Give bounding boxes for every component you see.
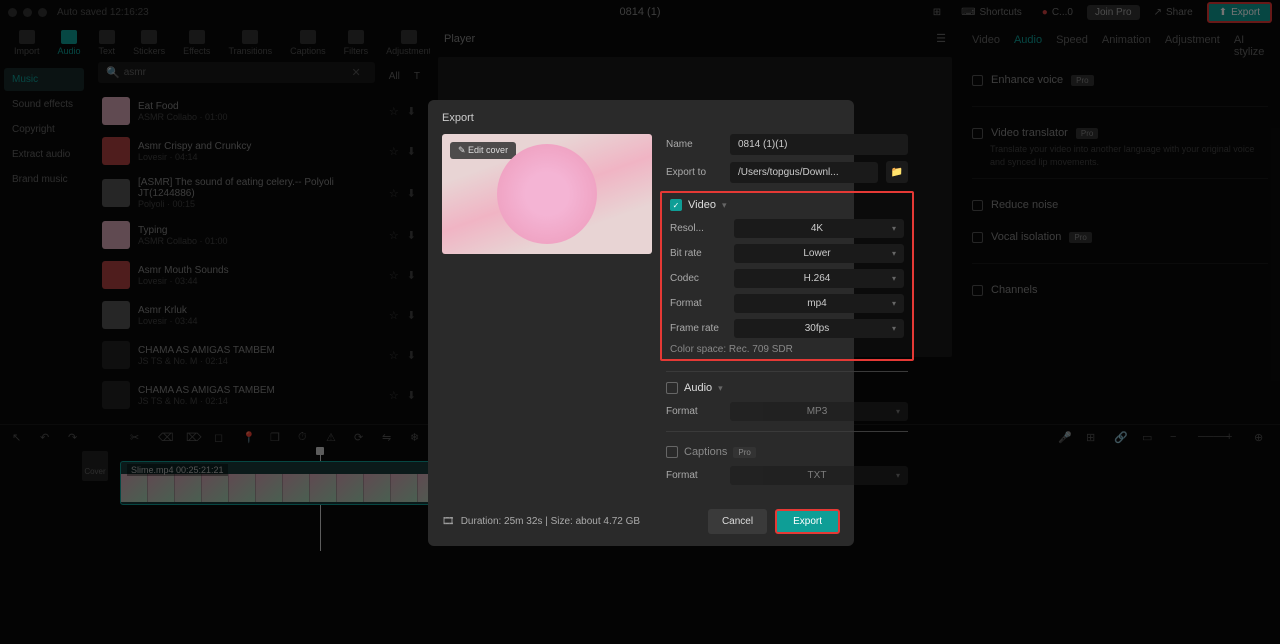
codec-label: Codec	[670, 273, 726, 284]
chevron-down-icon[interactable]: ▾	[718, 383, 723, 394]
format-dropdown[interactable]: mp4▾	[734, 294, 904, 313]
captions-format-label: Format	[666, 470, 722, 481]
audio-section-title: Audio	[684, 382, 712, 394]
audio-checkbox[interactable]	[666, 382, 678, 394]
color-space-info: Color space: Rec. 709 SDR	[670, 344, 904, 355]
audio-settings-section: Audio ▾ Format MP3▾ Captions Pro Format …	[666, 371, 908, 485]
framerate-label: Frame rate	[670, 323, 726, 334]
export-to-label: Export to	[666, 167, 722, 178]
export-to-input[interactable]	[730, 162, 878, 183]
export-confirm-button[interactable]: Export	[775, 509, 840, 534]
captions-label: Captions	[684, 446, 727, 458]
folder-icon[interactable]: 📁	[886, 161, 908, 183]
audio-format-label: Format	[666, 406, 722, 417]
cancel-button[interactable]: Cancel	[708, 509, 767, 534]
format-label: Format	[670, 298, 726, 309]
video-section-title: Video	[688, 199, 716, 211]
audio-format-dropdown[interactable]: MP3▾	[730, 402, 908, 421]
chevron-down-icon[interactable]: ▾	[722, 200, 727, 211]
video-checkbox[interactable]: ✓	[670, 199, 682, 211]
film-icon: 🎞	[442, 516, 455, 527]
export-dialog: Export ✎ Edit cover Name Export to 📁 ✓ V…	[428, 100, 854, 546]
pro-badge: Pro	[733, 447, 755, 458]
framerate-dropdown[interactable]: 30fps▾	[734, 319, 904, 338]
bitrate-dropdown[interactable]: Lower▾	[734, 244, 904, 263]
resolution-dropdown[interactable]: 4K▾	[734, 219, 904, 238]
edit-cover-button[interactable]: ✎ Edit cover	[450, 142, 516, 159]
resolution-label: Resol...	[670, 223, 726, 234]
codec-dropdown[interactable]: H.264▾	[734, 269, 904, 288]
bitrate-label: Bit rate	[670, 248, 726, 259]
cover-preview: ✎ Edit cover	[442, 134, 652, 254]
video-settings-section: ✓ Video ▾ Resol... 4K▾ Bit rate Lower▾ C…	[660, 191, 914, 361]
captions-format-dropdown[interactable]: TXT▾	[730, 466, 908, 485]
export-info: 🎞 Duration: 25m 32s | Size: about 4.72 G…	[442, 516, 640, 527]
dialog-title: Export	[442, 112, 840, 124]
name-input[interactable]	[730, 134, 908, 155]
captions-checkbox[interactable]	[666, 446, 678, 458]
name-label: Name	[666, 139, 722, 150]
